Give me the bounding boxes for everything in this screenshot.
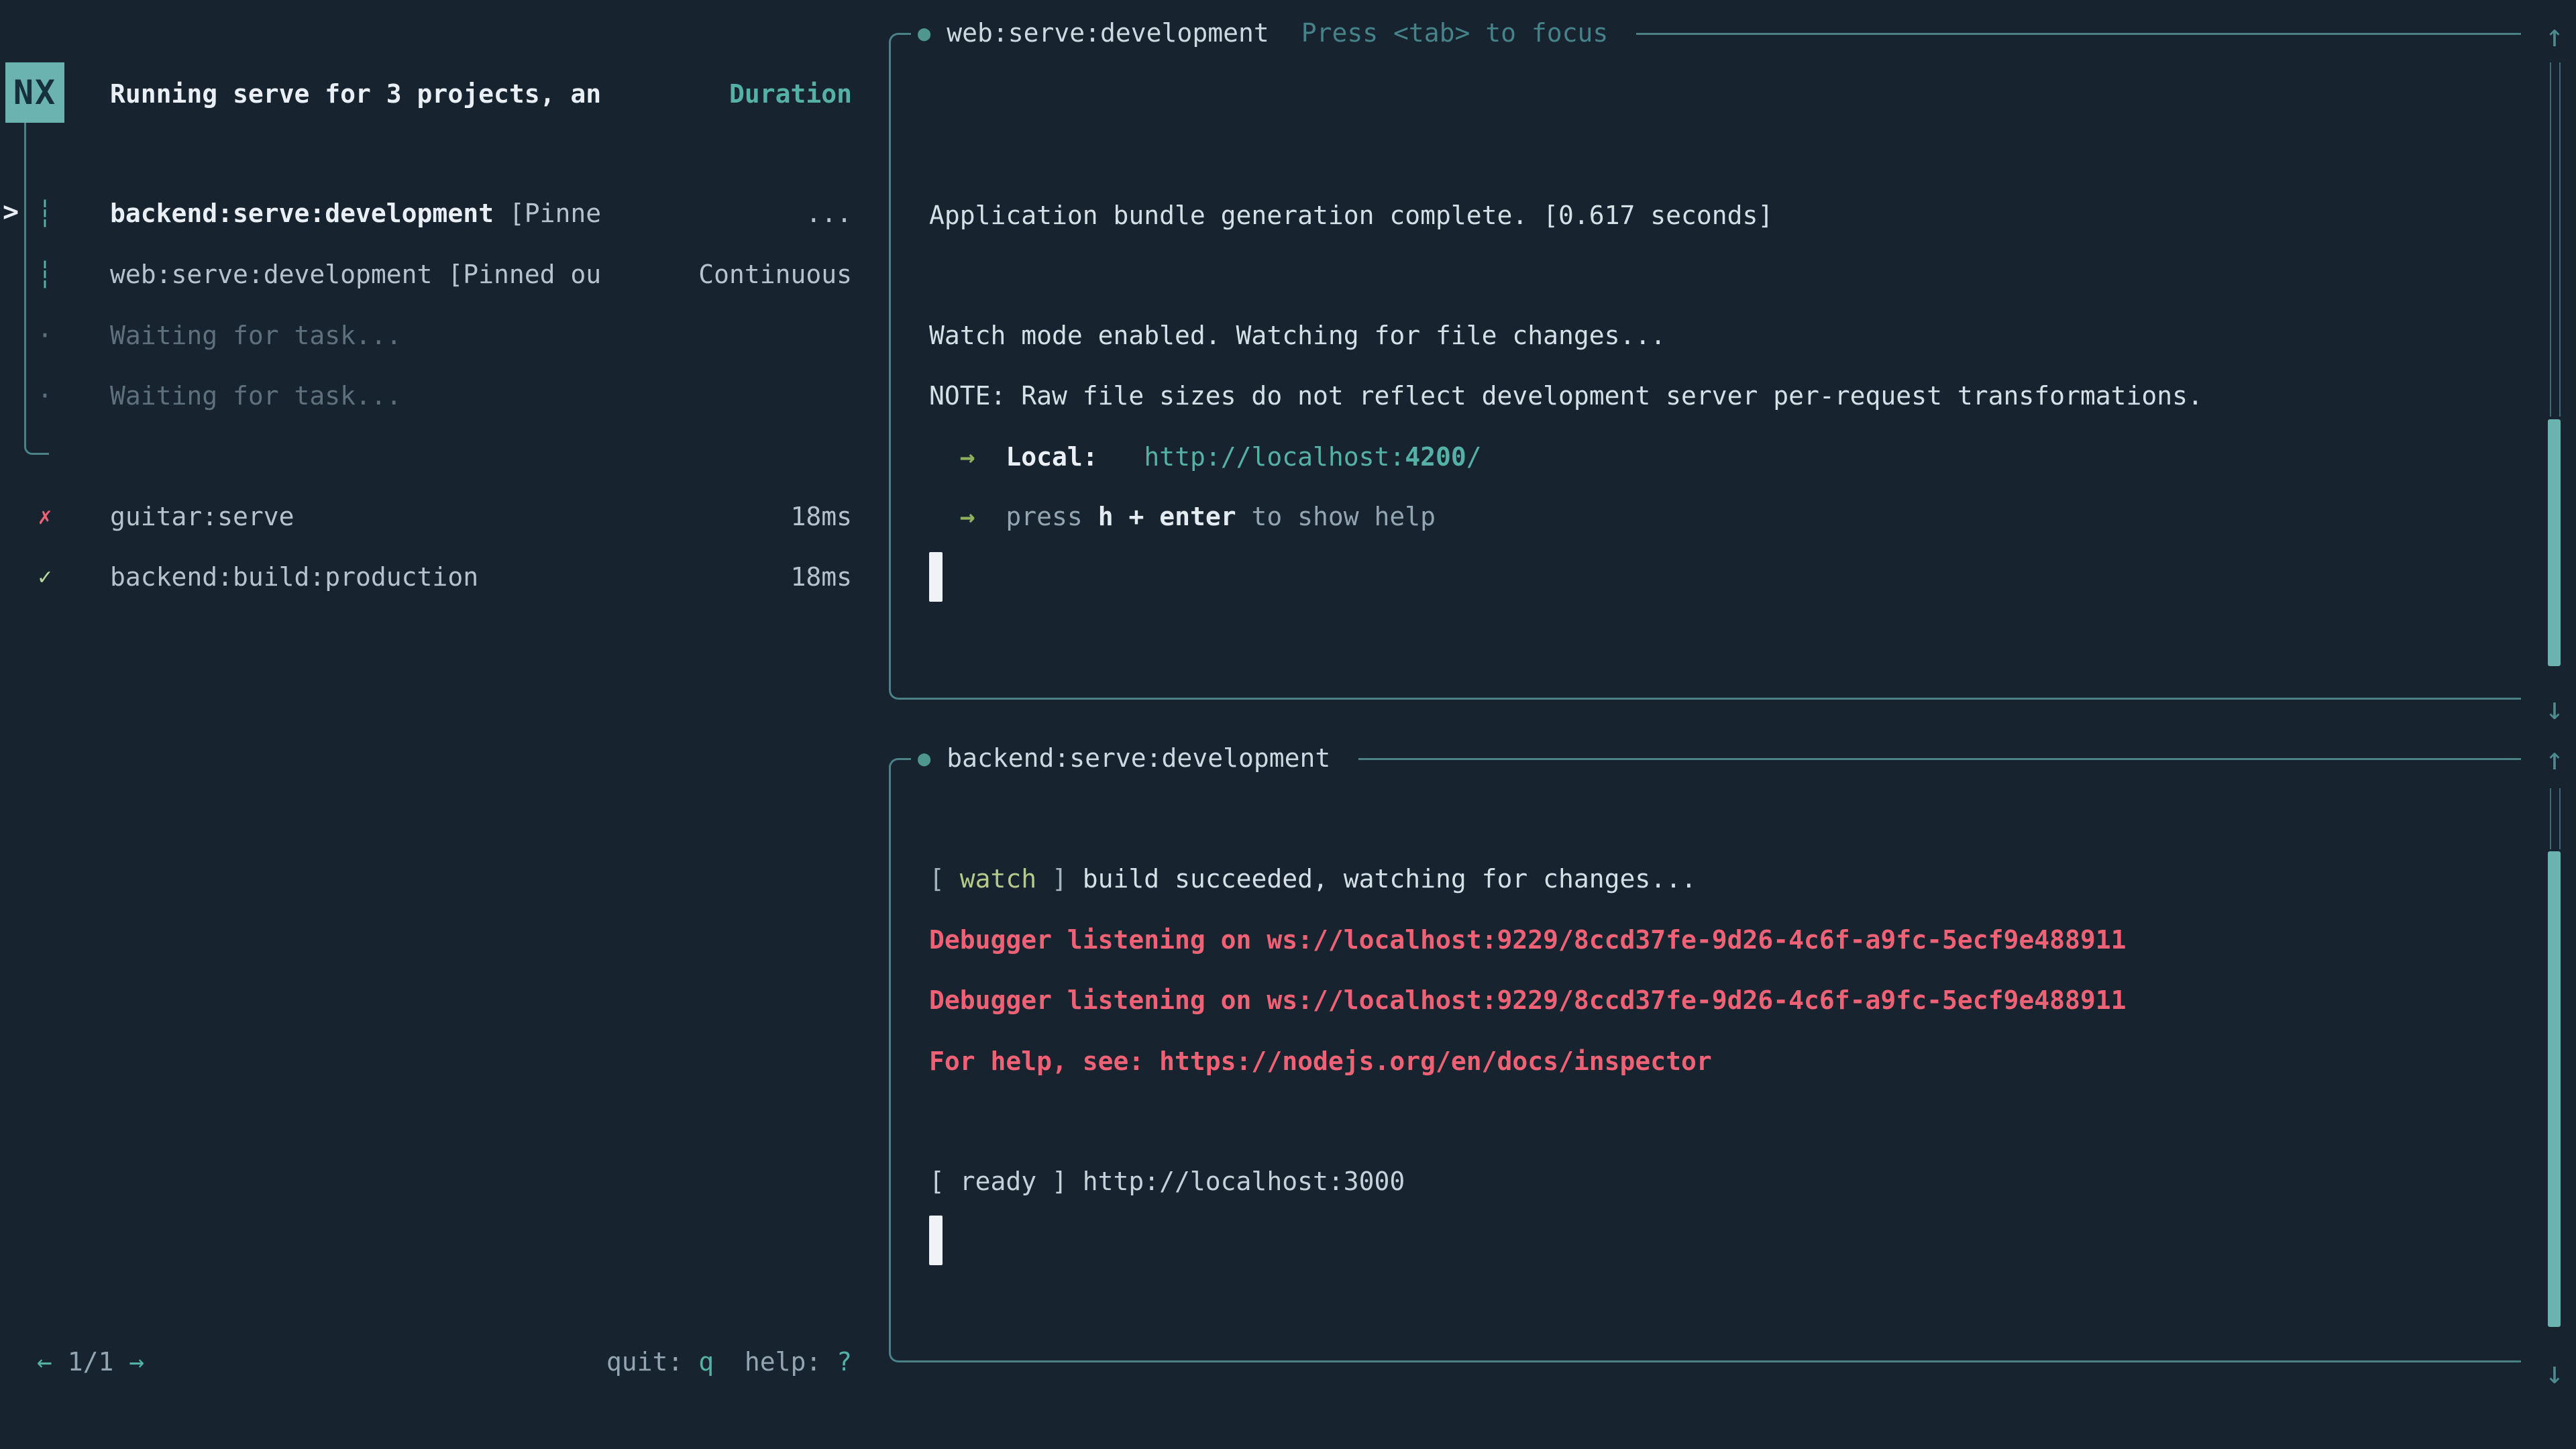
url-link[interactable]: /: [1466, 442, 1482, 472]
task-right-value: 18ms: [790, 558, 852, 596]
text-segment: [929, 442, 960, 472]
scroll-up-icon[interactable]: ↑: [2537, 17, 2572, 54]
text-segment: Local:: [1006, 442, 1097, 472]
page-indicator: [52, 1347, 68, 1377]
text-segment: guitar:serve: [110, 502, 294, 531]
console-line: Debugger listening on ws://localhost:922…: [929, 981, 2126, 1019]
keybinding-hints: quit: q help: ?: [606, 1343, 852, 1381]
text-segment: [ ready ] http://localhost:3000: [929, 1167, 1405, 1196]
text-segment: Application bundle generation complete. …: [929, 201, 1773, 230]
task-status-dot-icon: ●: [918, 14, 930, 52]
help-label: help:: [714, 1347, 837, 1377]
task-list-title: Running serve for 3 projects, an: [110, 75, 601, 113]
text-segment: [975, 442, 1006, 472]
scrollbar-thumb[interactable]: [2548, 419, 2561, 666]
text-segment: Watch mode enabled. Watching for file ch…: [929, 321, 1666, 350]
console-line: Application bundle generation complete. …: [929, 197, 1773, 234]
help-key: ?: [837, 1347, 852, 1377]
task-right-value: ...: [806, 195, 852, 232]
text-segment: Debugger listening on ws://localhost:922…: [929, 925, 2126, 955]
success-icon: ✓: [31, 558, 59, 596]
duration-column-header: Duration: [729, 75, 852, 113]
text-segment: backend:serve:development: [110, 199, 509, 228]
text-segment: to show help: [1236, 502, 1436, 531]
text-segment: ]: [1036, 864, 1083, 894]
scrollbar-thumb[interactable]: [2548, 851, 2561, 1327]
task-name: Waiting for task...: [110, 317, 402, 354]
focus-hint: Press <tab> to focus: [1301, 14, 1609, 52]
task-name: guitar:serve: [110, 498, 294, 535]
task-right-value: Continuous: [698, 256, 852, 293]
console-line: NOTE: Raw file sizes do not reflect deve…: [929, 377, 2203, 415]
text-segment: →: [960, 442, 975, 472]
text-segment: press: [1006, 502, 1097, 531]
text-segment: [Pinne: [509, 199, 601, 228]
scrollbar-track[interactable]: [2550, 62, 2561, 417]
panel-title-text: web:serve:development: [947, 14, 1269, 52]
panel-backend-serve-title[interactable]: ● backend:serve:development: [911, 739, 1358, 777]
spacer: [113, 1347, 129, 1377]
text-segment: [: [929, 864, 960, 894]
spinner-icon: ┆: [31, 195, 59, 232]
panel-web-serve-title[interactable]: ● web:serve:development Press <tab> to f…: [911, 14, 1636, 52]
task-name: Waiting for task...: [110, 377, 402, 415]
console-line: → Local: http://localhost:4200/: [929, 438, 1482, 476]
task-name: backend:build:production: [110, 558, 478, 596]
quit-label: quit:: [606, 1347, 698, 1377]
text-segment: Waiting for task...: [110, 381, 402, 411]
quit-key: q: [698, 1347, 714, 1377]
scroll-up-icon[interactable]: ↑: [2537, 740, 2572, 777]
text-segment: web:serve:development [Pinned ou: [110, 260, 601, 289]
console-line: For help, see: https://nodejs.org/en/doc…: [929, 1042, 1712, 1080]
text-segment: [975, 502, 1006, 531]
text-segment: For help, see: https://nodejs.org/en/doc…: [929, 1046, 1712, 1076]
text-segment: [1098, 442, 1144, 472]
page-indicator-value: 1/1: [68, 1347, 114, 1377]
console-line: → press h + enter to show help: [929, 498, 1436, 535]
task-name: web:serve:development [Pinned ou: [110, 256, 601, 293]
panel-title-text: backend:serve:development: [947, 739, 1330, 777]
text-segment: watch: [960, 864, 1036, 894]
scroll-down-icon[interactable]: ↓: [2537, 690, 2572, 727]
task-right-value: 18ms: [790, 498, 852, 535]
task-name: backend:serve:development [Pinne: [110, 195, 601, 232]
console-line: [ watch ] build succeeded, watching for …: [929, 860, 1697, 898]
console-line: Watch mode enabled. Watching for file ch…: [929, 317, 1666, 354]
scroll-down-icon[interactable]: ↓: [2537, 1354, 2572, 1391]
page-right-icon[interactable]: →: [129, 1347, 144, 1377]
text-segment: Debugger listening on ws://localhost:922…: [929, 985, 2126, 1015]
scrollbar-track[interactable]: [2550, 788, 2561, 849]
text-segment: [929, 502, 960, 531]
terminal-cursor: [929, 1216, 943, 1265]
console-line: [ ready ] http://localhost:3000: [929, 1163, 1405, 1200]
spinner-icon: ┆: [31, 256, 59, 293]
text-segment: →: [960, 502, 975, 531]
console-line: Debugger listening on ws://localhost:922…: [929, 921, 2126, 959]
pagination: ← 1/1 →: [37, 1343, 144, 1381]
text-segment: h + enter: [1098, 502, 1236, 531]
page-left-icon[interactable]: ←: [37, 1347, 52, 1377]
text-segment: backend:build:production: [110, 562, 478, 592]
terminal-cursor: [929, 552, 943, 602]
panel-web-serve: [889, 33, 2521, 700]
task-status-dot-icon: ●: [918, 739, 930, 777]
url-link[interactable]: 4200: [1405, 442, 1466, 472]
waiting_dot-icon: ·: [31, 317, 59, 354]
waiting_dot-icon: ·: [31, 377, 59, 415]
text-segment: Waiting for task...: [110, 321, 402, 350]
nx-tui-app: NX Running serve for 3 projects, an Dura…: [0, 0, 2576, 1449]
error-icon: ✗: [31, 498, 59, 535]
nx-logo: NX: [5, 62, 64, 123]
selection-arrow-icon: >: [3, 193, 19, 231]
url-link[interactable]: http://localhost:: [1144, 442, 1405, 472]
text-segment: build succeeded, watching for changes...: [1083, 864, 1697, 894]
text-segment: NOTE: Raw file sizes do not reflect deve…: [929, 381, 2203, 411]
